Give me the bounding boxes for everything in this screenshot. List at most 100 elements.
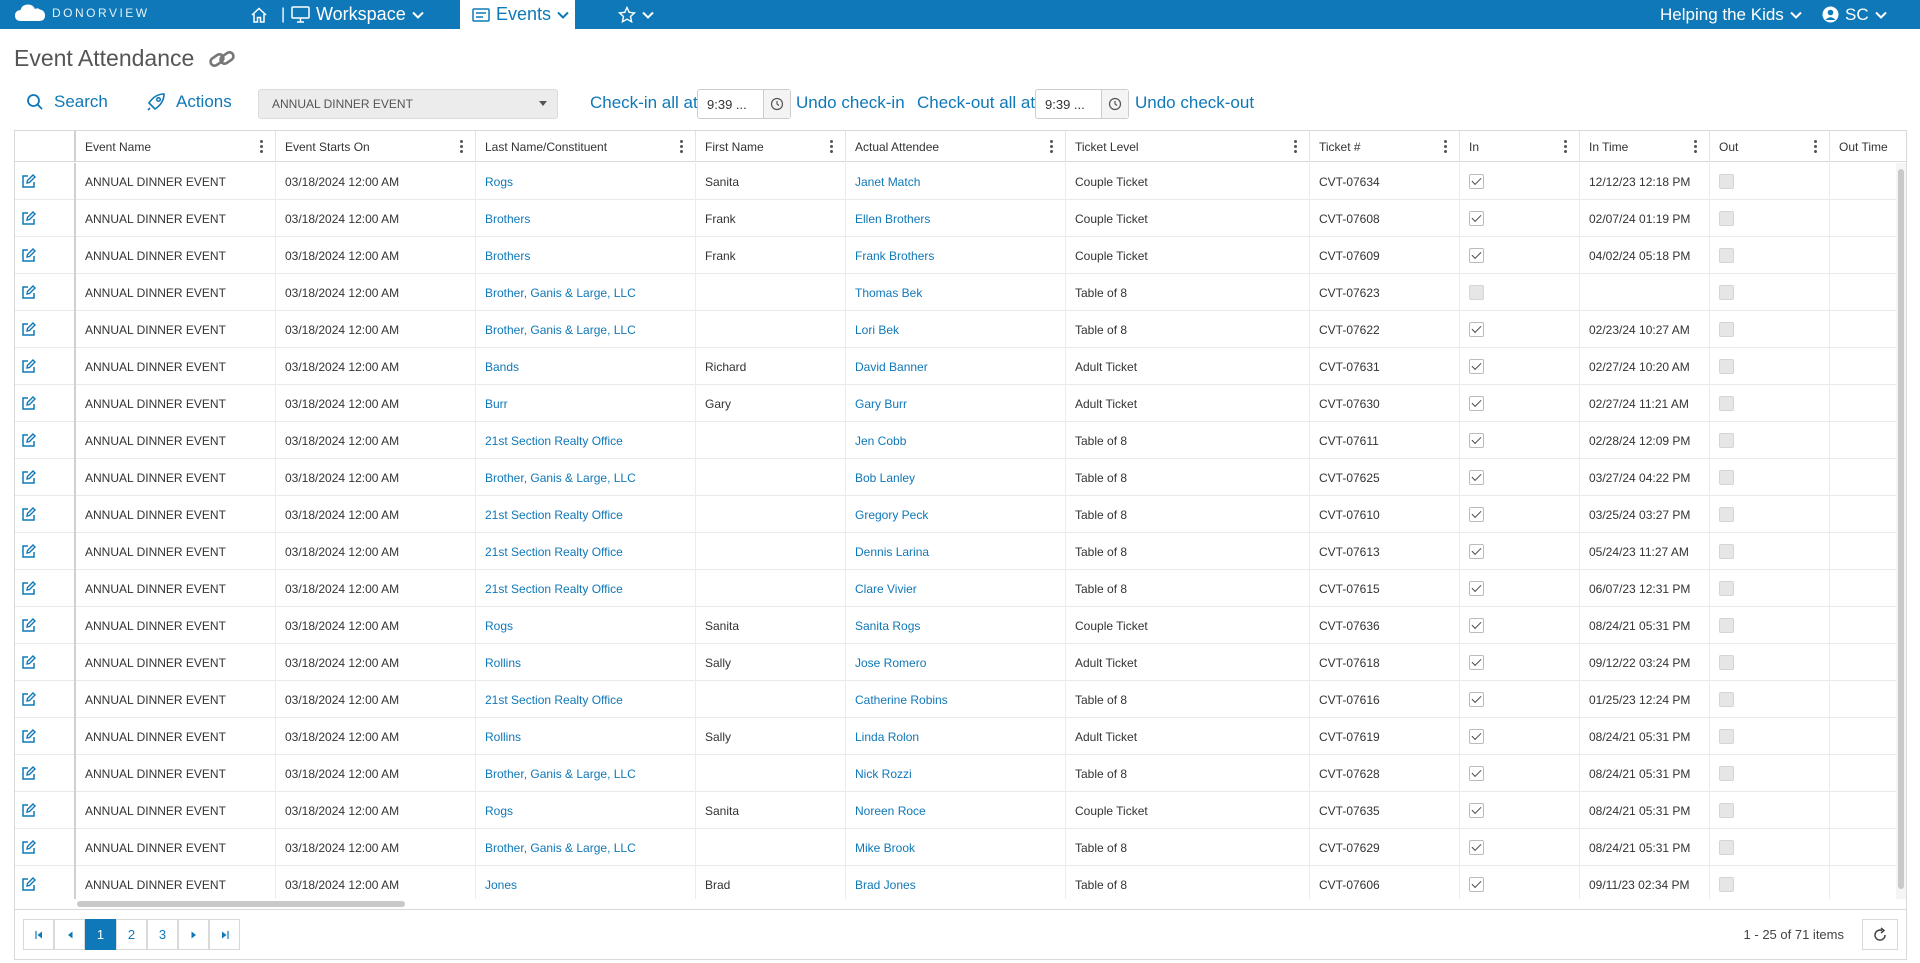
attendee-cell[interactable]: Lori Bek — [846, 311, 1066, 348]
checked-out-checkbox[interactable] — [1719, 248, 1734, 263]
last-cell[interactable]: Burr — [476, 385, 696, 422]
checked-in-checkbox[interactable] — [1469, 544, 1484, 559]
checked-out-checkbox[interactable] — [1719, 803, 1734, 818]
checked-in-checkbox[interactable] — [1469, 470, 1484, 485]
column-header-last[interactable]: Last Name/Constituent — [476, 131, 696, 162]
table-row[interactable]: ANNUAL DINNER EVENT 03/18/2024 12:00 AM Br… — [15, 237, 1906, 274]
undo-checkin-button[interactable]: Undo check-in — [796, 93, 905, 113]
last-cell[interactable]: Brothers — [476, 237, 696, 274]
checked-out-checkbox[interactable] — [1719, 433, 1734, 448]
column-header-out[interactable]: Out — [1710, 131, 1830, 162]
attendee-cell[interactable]: Dennis Larina — [846, 533, 1066, 570]
column-menu-icon[interactable] — [1294, 140, 1297, 155]
column-menu-icon[interactable] — [830, 140, 833, 155]
checked-in-checkbox[interactable] — [1469, 840, 1484, 855]
attendee-cell[interactable]: Clare Vivier — [846, 570, 1066, 607]
last-cell[interactable]: 21st Section Realty Office — [476, 496, 696, 533]
last-cell[interactable]: Rogs — [476, 607, 696, 644]
table-row[interactable]: ANNUAL DINNER EVENT 03/18/2024 12:00 AM Br… — [15, 200, 1906, 237]
attendee-cell[interactable]: Brad Jones — [846, 866, 1066, 903]
checked-out-checkbox[interactable] — [1719, 840, 1734, 855]
checked-out-checkbox[interactable] — [1719, 396, 1734, 411]
table-row[interactable]: ANNUAL DINNER EVENT 03/18/2024 12:00 AM Br… — [15, 755, 1906, 792]
last-cell[interactable]: Rollins — [476, 644, 696, 681]
column-menu-icon[interactable] — [1694, 140, 1697, 155]
vertical-scrollbar[interactable] — [1896, 163, 1906, 903]
table-row[interactable]: ANNUAL DINNER EVENT 03/18/2024 12:00 AM Br… — [15, 459, 1906, 496]
checked-out-checkbox[interactable] — [1719, 322, 1734, 337]
edit-icon[interactable] — [21, 581, 36, 596]
clock-icon[interactable] — [1101, 90, 1128, 118]
checked-out-checkbox[interactable] — [1719, 877, 1734, 892]
edit-icon[interactable] — [21, 803, 36, 818]
undo-checkout-button[interactable]: Undo check-out — [1135, 93, 1254, 113]
column-header-in[interactable]: In — [1460, 131, 1580, 162]
last-cell[interactable]: Brother, Ganis & Large, LLC — [476, 274, 696, 311]
table-row[interactable]: ANNUAL DINNER EVENT 03/18/2024 12:00 AM Ro… — [15, 718, 1906, 755]
first-page-button[interactable] — [23, 919, 54, 950]
table-row[interactable]: ANNUAL DINNER EVENT 03/18/2024 12:00 AM 21… — [15, 681, 1906, 718]
checked-out-checkbox[interactable] — [1719, 766, 1734, 781]
clock-icon[interactable] — [763, 90, 790, 118]
attendee-cell[interactable]: Janet Match — [846, 163, 1066, 200]
checked-out-checkbox[interactable] — [1719, 618, 1734, 633]
attendee-cell[interactable]: Bob Lanley — [846, 459, 1066, 496]
column-menu-icon[interactable] — [1814, 140, 1817, 155]
favorites-menu[interactable] — [618, 0, 654, 29]
column-menu-icon[interactable] — [1050, 140, 1053, 155]
last-cell[interactable]: Bands — [476, 348, 696, 385]
edit-icon[interactable] — [21, 248, 36, 263]
last-cell[interactable]: 21st Section Realty Office — [476, 422, 696, 459]
edit-icon[interactable] — [21, 396, 36, 411]
checked-out-checkbox[interactable] — [1719, 544, 1734, 559]
page-button-3[interactable]: 3 — [147, 919, 178, 950]
table-row[interactable]: ANNUAL DINNER EVENT 03/18/2024 12:00 AM Ro… — [15, 792, 1906, 829]
table-row[interactable]: ANNUAL DINNER EVENT 03/18/2024 12:00 AM 21… — [15, 570, 1906, 607]
last-cell[interactable]: 21st Section Realty Office — [476, 681, 696, 718]
column-header-out-time[interactable]: Out Time — [1830, 131, 1906, 162]
attendee-cell[interactable]: Thomas Bek — [846, 274, 1066, 311]
edit-icon[interactable] — [21, 433, 36, 448]
last-cell[interactable]: Rogs — [476, 163, 696, 200]
table-row[interactable]: ANNUAL DINNER EVENT 03/18/2024 12:00 AM Ro… — [15, 607, 1906, 644]
edit-icon[interactable] — [21, 840, 36, 855]
checked-in-checkbox[interactable] — [1469, 285, 1484, 300]
edit-icon[interactable] — [21, 729, 36, 744]
checked-out-checkbox[interactable] — [1719, 581, 1734, 596]
checked-in-checkbox[interactable] — [1469, 729, 1484, 744]
table-row[interactable]: ANNUAL DINNER EVENT 03/18/2024 12:00 AM 21… — [15, 496, 1906, 533]
table-row[interactable]: ANNUAL DINNER EVENT 03/18/2024 12:00 AM Ro… — [15, 163, 1906, 200]
checked-in-checkbox[interactable] — [1469, 211, 1484, 226]
table-row[interactable]: ANNUAL DINNER EVENT 03/18/2024 12:00 AM Jo… — [15, 866, 1906, 903]
column-header-level[interactable]: Ticket Level — [1066, 131, 1310, 162]
search-button[interactable]: Search — [26, 92, 108, 112]
table-row[interactable]: ANNUAL DINNER EVENT 03/18/2024 12:00 AM Br… — [15, 829, 1906, 866]
column-header-first[interactable]: First Name — [696, 131, 846, 162]
prev-page-button[interactable] — [54, 919, 85, 950]
user-menu[interactable]: SC — [1822, 0, 1887, 29]
last-cell[interactable]: 21st Section Realty Office — [476, 570, 696, 607]
last-cell[interactable]: Brother, Ganis & Large, LLC — [476, 311, 696, 348]
column-menu-icon[interactable] — [460, 140, 463, 155]
edit-icon[interactable] — [21, 211, 36, 226]
attendee-cell[interactable]: Gary Burr — [846, 385, 1066, 422]
link-icon[interactable] — [208, 48, 236, 70]
checkout-all-button[interactable]: Check-out all at — [917, 93, 1035, 113]
checked-in-checkbox[interactable] — [1469, 507, 1484, 522]
brand-logo[interactable]: DONORVIEW — [14, 3, 150, 23]
checked-in-checkbox[interactable] — [1469, 692, 1484, 707]
actions-button[interactable]: Actions — [146, 92, 232, 112]
page-button-1[interactable]: 1 — [85, 919, 116, 950]
edit-icon[interactable] — [21, 618, 36, 633]
checked-out-checkbox[interactable] — [1719, 470, 1734, 485]
attendee-cell[interactable]: David Banner — [846, 348, 1066, 385]
last-cell[interactable]: 21st Section Realty Office — [476, 533, 696, 570]
last-cell[interactable]: Brothers — [476, 200, 696, 237]
last-cell[interactable]: Brother, Ganis & Large, LLC — [476, 755, 696, 792]
checkout-time-picker[interactable]: 9:39 ... — [1035, 89, 1129, 119]
table-row[interactable]: ANNUAL DINNER EVENT 03/18/2024 12:00 AM 21… — [15, 533, 1906, 570]
attendee-cell[interactable]: Jose Romero — [846, 644, 1066, 681]
column-header-ticket[interactable]: Ticket # — [1310, 131, 1460, 162]
home-button[interactable] — [250, 0, 268, 29]
attendee-cell[interactable]: Jen Cobb — [846, 422, 1066, 459]
